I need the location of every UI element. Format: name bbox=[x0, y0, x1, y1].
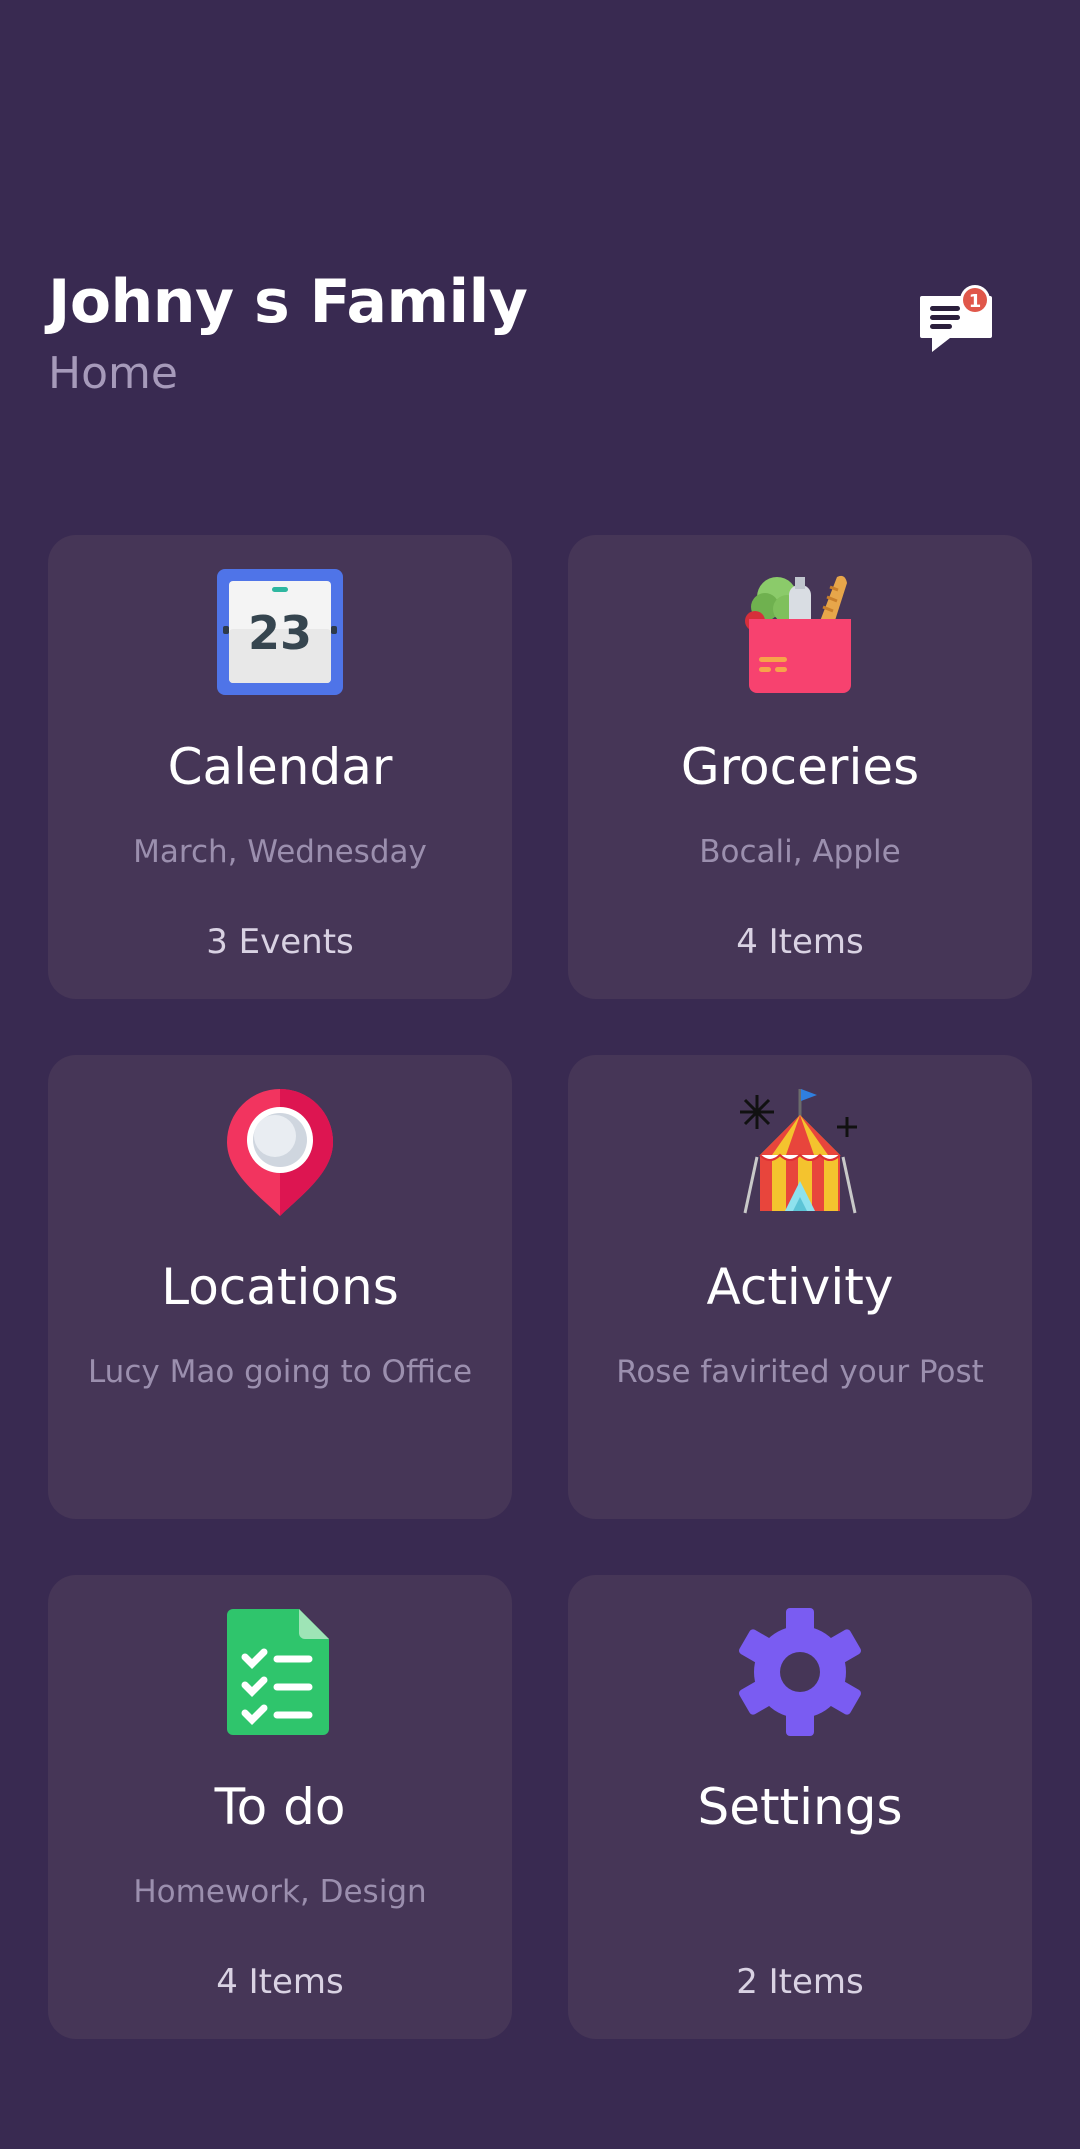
card-count: 4 Items bbox=[736, 922, 864, 962]
card-title: To do bbox=[214, 1778, 346, 1836]
messages-badge: 1 bbox=[969, 291, 982, 312]
calendar-card[interactable]: 23 Calendar March, Wednesday 3 Events bbox=[48, 535, 512, 999]
card-count: 2 Items bbox=[736, 1962, 864, 2002]
messages-button[interactable]: 1 bbox=[918, 284, 998, 364]
calendar-day: 23 bbox=[248, 606, 312, 660]
checklist-icon bbox=[215, 1607, 345, 1737]
card-title: Groceries bbox=[680, 738, 920, 796]
circus-tent-icon bbox=[735, 1087, 865, 1217]
card-title: Locations bbox=[161, 1258, 399, 1316]
header: Johny s Family Home bbox=[48, 262, 1032, 404]
todo-card[interactable]: To do Homework, Design 4 Items bbox=[48, 1575, 512, 2039]
card-subtitle: Rose favirited your Post bbox=[616, 1354, 984, 1390]
chat-icon: 1 bbox=[920, 285, 992, 352]
card-title: Calendar bbox=[167, 738, 393, 796]
settings-card[interactable]: Settings 2 Items bbox=[568, 1575, 1032, 2039]
groceries-card[interactable]: Groceries Bocali, Apple 4 Items bbox=[568, 535, 1032, 999]
page-title: Johny s Family bbox=[48, 267, 528, 337]
card-count: 4 Items bbox=[216, 1962, 344, 2002]
calendar-icon: 23 bbox=[215, 567, 345, 697]
page-subtitle: Home bbox=[48, 348, 178, 399]
card-subtitle: Bocali, Apple bbox=[699, 834, 901, 870]
activity-card[interactable]: Activity Rose favirited your Post bbox=[568, 1055, 1032, 1519]
grocery-bag-icon bbox=[735, 567, 865, 697]
card-title: Activity bbox=[706, 1258, 894, 1316]
card-subtitle: Lucy Mao going to Office bbox=[87, 1354, 473, 1390]
gear-icon bbox=[735, 1607, 865, 1737]
card-count: 3 Events bbox=[206, 922, 354, 962]
card-title: Settings bbox=[697, 1778, 903, 1836]
card-subtitle: Homework, Design bbox=[133, 1874, 427, 1910]
locations-card[interactable]: Locations Lucy Mao going to Office bbox=[48, 1055, 512, 1519]
location-pin-icon bbox=[215, 1087, 345, 1217]
card-subtitle: March, Wednesday bbox=[133, 834, 427, 870]
